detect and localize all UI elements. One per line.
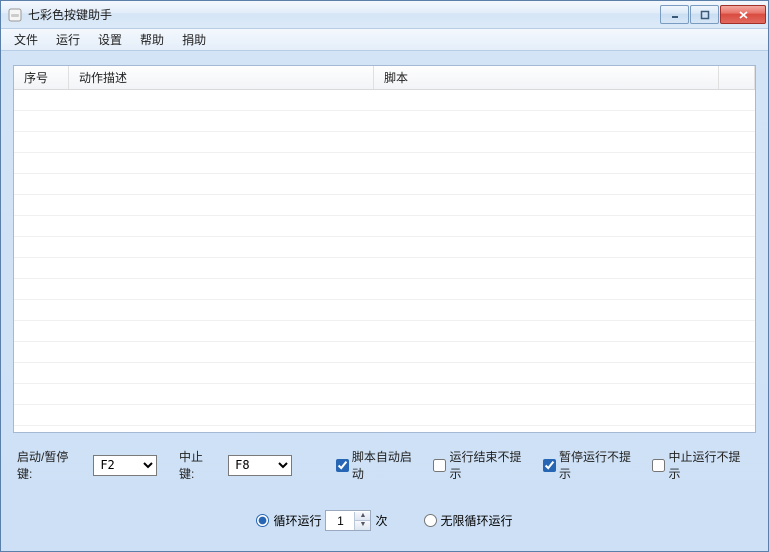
no-end-prompt-input[interactable] — [433, 459, 446, 472]
table-row[interactable] — [14, 279, 755, 300]
auto-start-checkbox[interactable]: 脚本自动启动 — [336, 448, 424, 482]
titlebar: 七彩色按键助手 — [1, 1, 768, 29]
column-seq[interactable]: 序号 — [14, 66, 69, 89]
stop-label: 中止键: — [179, 448, 218, 482]
start-pause-label: 启动/暂停键: — [17, 448, 83, 482]
table-row[interactable] — [14, 342, 755, 363]
no-end-prompt-label: 运行结束不提示 — [449, 448, 533, 482]
hotkey-row: 启动/暂停键: F2 中止键: F8 脚本自动启动 运行结束不提示 暂停运行不提… — [13, 448, 756, 482]
spinner-down-icon[interactable]: ▼ — [355, 521, 370, 530]
auto-start-input[interactable] — [336, 459, 349, 472]
no-pause-prompt-checkbox[interactable]: 暂停运行不提示 — [543, 448, 643, 482]
client-area: 序号 动作描述 脚本 — [1, 51, 768, 551]
no-pause-prompt-input[interactable] — [543, 459, 556, 472]
loop-count-field[interactable] — [326, 512, 354, 529]
no-pause-prompt-label: 暂停运行不提示 — [559, 448, 643, 482]
minimize-button[interactable] — [660, 5, 689, 24]
app-icon — [7, 7, 23, 23]
menu-file[interactable]: 文件 — [5, 29, 47, 50]
menu-settings[interactable]: 设置 — [89, 29, 131, 50]
table-row[interactable] — [14, 195, 755, 216]
no-stop-prompt-checkbox[interactable]: 中止运行不提示 — [652, 448, 752, 482]
no-end-prompt-checkbox[interactable]: 运行结束不提示 — [433, 448, 533, 482]
window-title: 七彩色按键助手 — [28, 6, 660, 23]
table-row[interactable] — [14, 90, 755, 111]
loop-count-input[interactable] — [256, 514, 269, 527]
window-controls — [660, 5, 766, 24]
table-row[interactable] — [14, 216, 755, 237]
table-row[interactable] — [14, 384, 755, 405]
table-row[interactable] — [14, 153, 755, 174]
menu-run[interactable]: 运行 — [47, 29, 89, 50]
table-row[interactable] — [14, 174, 755, 195]
column-desc[interactable]: 动作描述 — [69, 66, 374, 89]
stop-select[interactable]: F8 — [228, 455, 292, 476]
no-stop-prompt-label: 中止运行不提示 — [668, 448, 752, 482]
table-row[interactable] — [14, 111, 755, 132]
grid-header: 序号 动作描述 脚本 — [14, 66, 755, 90]
loop-suffix: 次 — [375, 512, 387, 529]
table-row[interactable] — [14, 132, 755, 153]
action-grid: 序号 动作描述 脚本 — [13, 65, 756, 433]
table-row[interactable] — [14, 237, 755, 258]
loop-infinite-input[interactable] — [424, 514, 437, 527]
start-pause-select[interactable]: F2 — [93, 455, 157, 476]
grid-body[interactable] — [14, 90, 755, 432]
table-row[interactable] — [14, 300, 755, 321]
loop-infinite-label: 无限循环运行 — [441, 512, 513, 529]
loop-infinite-radio[interactable]: 无限循环运行 — [424, 512, 513, 529]
loop-label: 循环运行 — [273, 512, 321, 529]
no-stop-prompt-input[interactable] — [652, 459, 665, 472]
loop-row: 循环运行 ▲ ▼ 次 无限循环运行 — [13, 500, 756, 541]
loop-count-radio[interactable]: 循环运行 ▲ ▼ 次 — [256, 510, 387, 531]
close-button[interactable] — [720, 5, 766, 24]
column-spacer — [719, 66, 755, 89]
table-row[interactable] — [14, 258, 755, 279]
table-row[interactable] — [14, 321, 755, 342]
main-window: 七彩色按键助手 文件 运行 设置 帮助 捐助 序号 动作描述 脚本 — [0, 0, 769, 552]
table-row[interactable] — [14, 363, 755, 384]
loop-count-spinner[interactable]: ▲ ▼ — [325, 510, 371, 531]
menu-donate[interactable]: 捐助 — [173, 29, 215, 50]
menu-help[interactable]: 帮助 — [131, 29, 173, 50]
spinner-up-icon[interactable]: ▲ — [355, 512, 370, 521]
auto-start-label: 脚本自动启动 — [352, 448, 424, 482]
maximize-button[interactable] — [690, 5, 719, 24]
table-row[interactable] — [14, 405, 755, 426]
column-script[interactable]: 脚本 — [374, 66, 719, 89]
menubar: 文件 运行 设置 帮助 捐助 — [1, 29, 768, 51]
